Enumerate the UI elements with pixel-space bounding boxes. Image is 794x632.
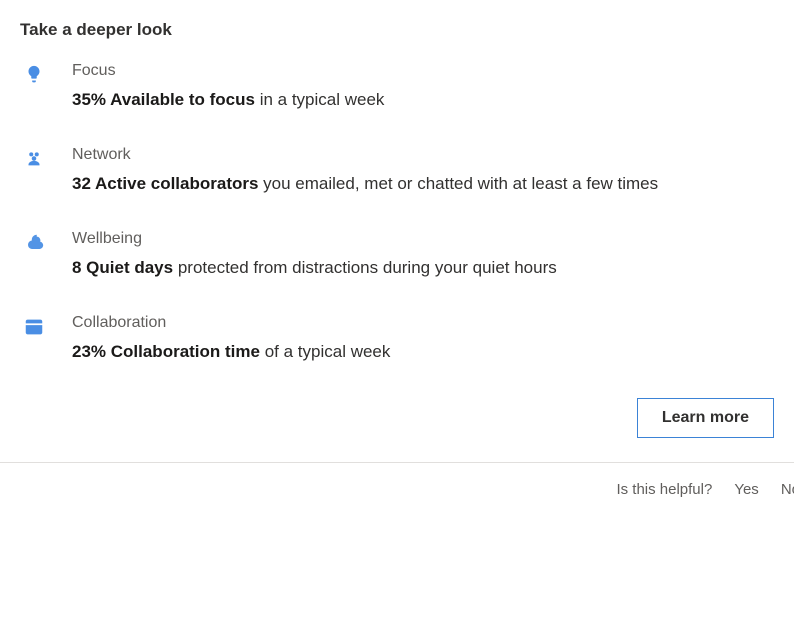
insight-rest-text: you emailed, met or chatted with at leas…	[258, 174, 658, 193]
insight-detail: 32 Active collaborators you emailed, met…	[72, 174, 774, 194]
insight-title: Collaboration	[72, 314, 774, 332]
moon-cloud-icon	[20, 230, 48, 254]
insight-detail: 23% Collaboration time of a typical week	[72, 342, 774, 362]
insight-bold-value: 32 Active collaborators	[72, 174, 258, 193]
insight-bold-value: 23% Collaboration time	[72, 342, 260, 361]
insight-title: Focus	[72, 62, 774, 80]
insight-detail: 35% Available to focus in a typical week	[72, 90, 774, 110]
insight-detail: 8 Quiet days protected from distractions…	[72, 258, 774, 278]
insight-focus-row[interactable]: Focus 35% Available to focus in a typica…	[20, 62, 774, 110]
insight-title: Wellbeing	[72, 230, 774, 248]
feedback-question: Is this helpful?	[616, 481, 712, 498]
lightbulb-icon	[20, 62, 48, 86]
people-icon	[20, 146, 48, 170]
insight-collaboration-row[interactable]: Collaboration 23% Collaboration time of …	[20, 314, 774, 362]
insight-rest-text: protected from distractions during your …	[173, 258, 557, 277]
feedback-yes-link[interactable]: Yes	[734, 481, 758, 498]
learn-more-button[interactable]: Learn more	[637, 398, 774, 438]
feedback-bar: Is this helpful? Yes No	[0, 462, 794, 516]
insight-rest-text: in a typical week	[255, 90, 384, 109]
insight-rest-text: of a typical week	[260, 342, 390, 361]
insight-bold-value: 8 Quiet days	[72, 258, 173, 277]
insight-network-row[interactable]: Network 32 Active collaborators you emai…	[20, 146, 774, 194]
insight-bold-value: 35% Available to focus	[72, 90, 255, 109]
feedback-no-link[interactable]: No	[781, 481, 794, 498]
section-heading: Take a deeper look	[20, 20, 774, 40]
calendar-icon	[20, 314, 48, 338]
insight-title: Network	[72, 146, 774, 164]
insight-wellbeing-row[interactable]: Wellbeing 8 Quiet days protected from di…	[20, 230, 774, 278]
